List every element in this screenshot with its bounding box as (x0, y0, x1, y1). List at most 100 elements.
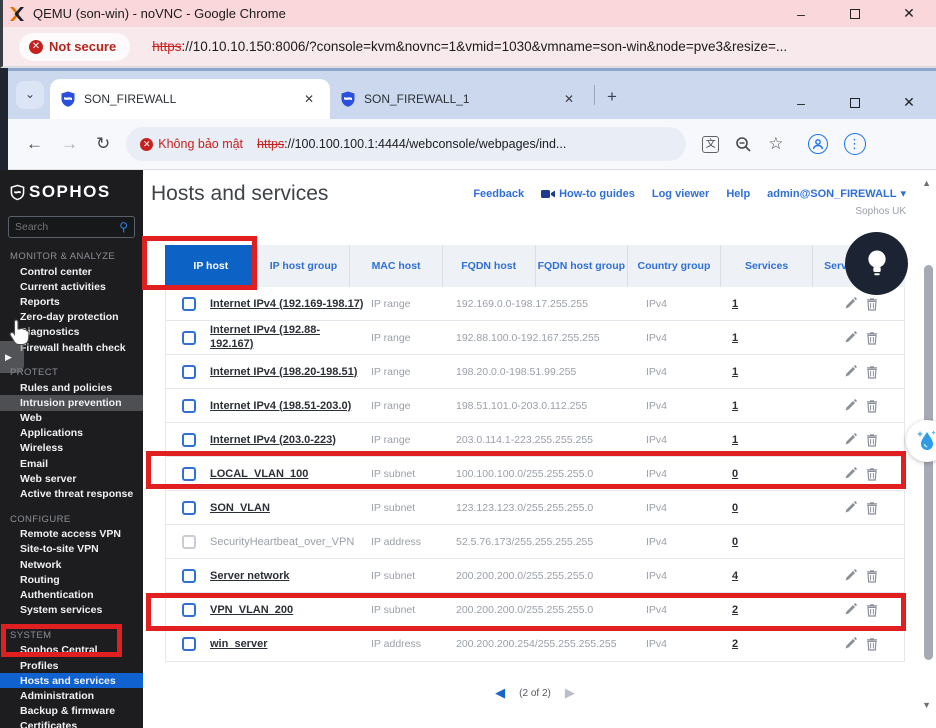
host-name-link[interactable]: Internet IPv4 (198.51-203.0) (210, 400, 351, 412)
delete-icon[interactable] (866, 433, 878, 447)
tab-mac-host[interactable]: MAC host (349, 245, 442, 287)
browser-minimize-button[interactable]: – (774, 95, 828, 111)
edit-icon[interactable] (844, 433, 857, 446)
row-checkbox[interactable] (182, 637, 196, 651)
services-count-link[interactable]: 1 (732, 434, 738, 446)
sidebar-item-web-server[interactable]: Web server (0, 471, 143, 486)
sidebar-item-active-threat-response[interactable]: Active threat response (0, 486, 143, 501)
scroll-down-icon[interactable]: ▼ (922, 700, 931, 710)
tab-ip-host-group[interactable]: IP host group (257, 245, 350, 287)
outer-url[interactable]: https://10.10.10.150:8006/?console=kvm&n… (152, 39, 787, 54)
outer-minimize-button[interactable]: – (774, 6, 828, 22)
sidebar-item-routing[interactable]: Routing (0, 572, 143, 587)
log-viewer-link[interactable]: Log viewer (652, 188, 709, 200)
scroll-up-icon[interactable]: ▲ (922, 178, 931, 188)
row-checkbox[interactable] (182, 467, 196, 481)
host-name-link[interactable]: Server network (210, 570, 289, 582)
services-count-link[interactable]: 0 (732, 536, 738, 548)
sidebar-item-reports[interactable]: Reports (0, 294, 143, 309)
delete-icon[interactable] (866, 365, 878, 379)
host-name-link[interactable]: Internet IPv4 (192.88-192.167) (210, 324, 328, 352)
delete-icon[interactable] (866, 569, 878, 583)
scrollbar-thumb[interactable] (924, 265, 933, 660)
tab-close-icon[interactable]: ✕ (298, 90, 320, 108)
zoom-icon[interactable] (735, 136, 752, 153)
edit-icon[interactable] (844, 603, 857, 616)
row-checkbox[interactable] (182, 433, 196, 447)
translate-icon[interactable]: 文 (702, 136, 719, 153)
edit-icon[interactable] (844, 399, 857, 412)
services-count-link[interactable]: 1 (732, 400, 738, 412)
host-name-link[interactable]: win_server (210, 638, 267, 650)
tab-search-button[interactable]: ⌄ (16, 81, 44, 109)
sidebar-item-web[interactable]: Web (0, 411, 143, 426)
services-count-link[interactable]: 2 (732, 604, 738, 616)
delete-icon[interactable] (866, 637, 878, 651)
delete-icon[interactable] (866, 467, 878, 481)
outer-maximize-button[interactable] (828, 6, 882, 22)
delete-icon[interactable] (866, 603, 878, 617)
security-badge[interactable]: ✕ Không bảo mật (140, 137, 243, 151)
row-checkbox[interactable] (182, 297, 196, 311)
row-checkbox[interactable] (182, 603, 196, 617)
sidebar-item-email[interactable]: Email (0, 456, 143, 471)
tab-fqdn-host[interactable]: FQDN host (442, 245, 535, 287)
help-link[interactable]: Help (726, 188, 750, 200)
services-count-link[interactable]: 1 (732, 332, 738, 344)
sidebar-item-intrusion-prevention[interactable]: Intrusion prevention (0, 395, 143, 410)
sidebar-item-wireless[interactable]: Wireless (0, 441, 143, 456)
sidebar-item-profiles[interactable]: Profiles (0, 658, 143, 673)
services-count-link[interactable]: 2 (732, 638, 738, 650)
sidebar-item-network[interactable]: Network (0, 557, 143, 572)
tab-country-group[interactable]: Country group (627, 245, 720, 287)
host-name-link[interactable]: Internet IPv4 (203.0-223) (210, 434, 336, 446)
row-checkbox[interactable] (182, 569, 196, 583)
row-checkbox[interactable] (182, 501, 196, 515)
row-checkbox[interactable] (182, 331, 196, 345)
edit-icon[interactable] (844, 467, 857, 480)
edit-icon[interactable] (844, 297, 857, 310)
reload-icon[interactable]: ↻ (96, 134, 110, 154)
row-checkbox[interactable] (182, 399, 196, 413)
sidebar-item-administration[interactable]: Administration (0, 688, 143, 703)
sidebar-item-certificates[interactable]: Certificates (0, 719, 143, 728)
new-tab-button[interactable]: + (607, 87, 617, 107)
host-name-link[interactable]: VPN_VLAN_200 (210, 604, 293, 616)
outer-close-button[interactable]: ✕ (882, 5, 936, 22)
sidebar-search-input[interactable] (15, 221, 119, 233)
edit-icon[interactable] (844, 365, 857, 378)
edit-icon[interactable] (844, 637, 857, 650)
feedback-link[interactable]: Feedback (473, 188, 524, 200)
sidebar-item-remote-access-vpn[interactable]: Remote access VPN (0, 527, 143, 542)
browser-menu-icon[interactable]: ⋮ (844, 133, 866, 155)
host-name-link[interactable]: Internet IPv4 (192.169-198.17) (210, 298, 363, 310)
previous-page-icon[interactable]: ◀ (495, 685, 505, 701)
services-count-link[interactable]: 1 (732, 298, 738, 310)
sidebar-item-hosts-and-services[interactable]: Hosts and services (0, 673, 143, 688)
sidebar-item-system-services[interactable]: System services (0, 603, 143, 618)
delete-icon[interactable] (866, 399, 878, 413)
tab-son-firewall[interactable]: SON_FIREWALL ✕ (50, 79, 330, 119)
bookmark-star-icon[interactable]: ☆ (768, 134, 783, 154)
host-name-link[interactable]: SON_VLAN (210, 502, 270, 514)
account-menu[interactable]: admin@SON_FIREWALL ▾ (767, 187, 906, 200)
sidebar-search[interactable]: ⚲ (8, 216, 135, 238)
sidebar-item-control-center[interactable]: Control center (0, 264, 143, 279)
sidebar-item-authentication[interactable]: Authentication (0, 587, 143, 602)
next-page-icon[interactable]: ▶ (565, 685, 575, 701)
sidebar-item-rules-and-policies[interactable]: Rules and policies (0, 380, 143, 395)
address-bar[interactable]: ✕ Không bảo mật https://100.100.100.1:44… (126, 127, 686, 161)
tab-son-firewall-1[interactable]: SON_FIREWALL_1 ✕ (330, 79, 590, 119)
services-count-link[interactable]: 0 (732, 468, 738, 480)
host-name-link[interactable]: Internet IPv4 (198.20-198.51) (210, 366, 357, 378)
edit-icon[interactable] (844, 501, 857, 514)
tab-fqdn-host-group[interactable]: FQDN host group (535, 245, 628, 287)
edit-icon[interactable] (844, 331, 857, 344)
services-count-link[interactable]: 0 (732, 502, 738, 514)
services-count-link[interactable]: 4 (732, 570, 738, 582)
sidebar-item-sophos-central[interactable]: Sophos Central (0, 643, 143, 658)
host-name-link[interactable]: LOCAL_VLAN_100 (210, 468, 308, 480)
delete-icon[interactable] (866, 501, 878, 515)
profile-avatar-icon[interactable] (808, 134, 828, 154)
forward-icon[interactable]: → (61, 134, 78, 154)
